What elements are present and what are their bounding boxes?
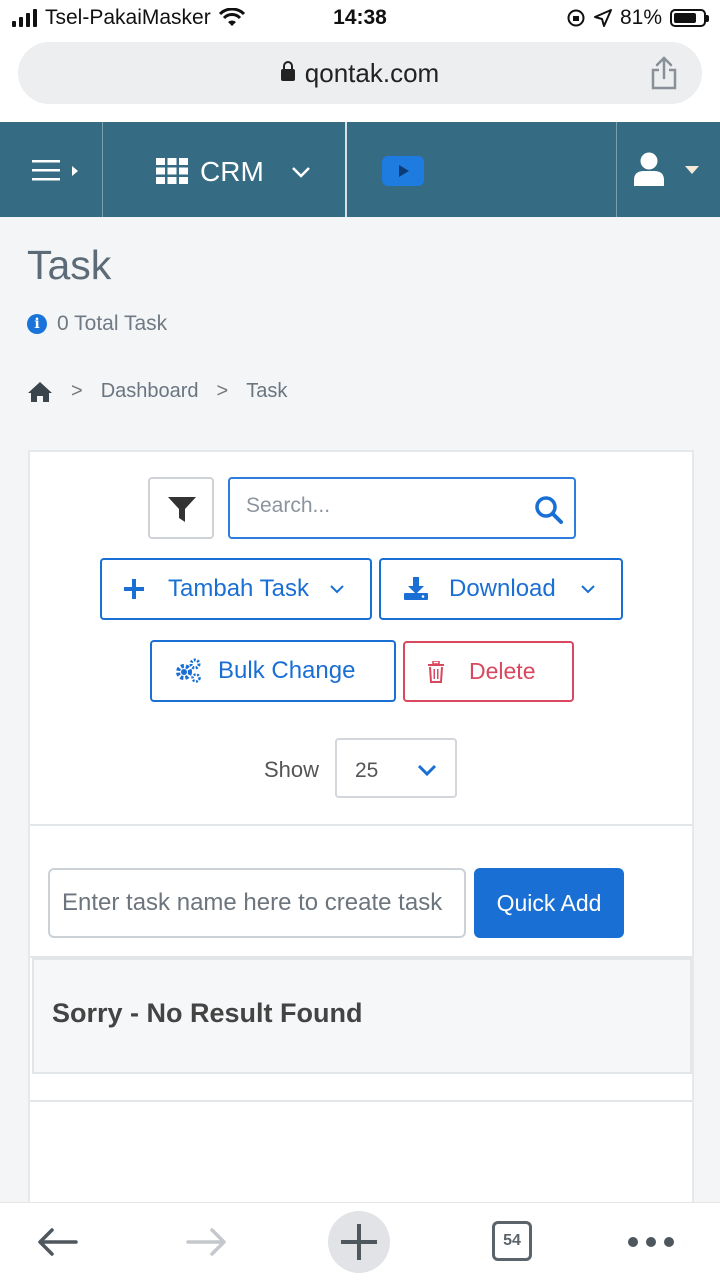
address-bar[interactable]: qontak.com bbox=[18, 42, 702, 104]
grid-icon bbox=[156, 158, 188, 184]
search-box bbox=[228, 477, 576, 539]
chevron-down-icon bbox=[581, 585, 595, 594]
app-switcher[interactable]: CRM bbox=[104, 122, 347, 217]
home-icon[interactable] bbox=[27, 381, 53, 403]
user-icon bbox=[634, 152, 664, 186]
lock-icon bbox=[280, 61, 295, 81]
plus-icon bbox=[124, 579, 144, 599]
browser-toolbar: 54 bbox=[0, 1202, 720, 1280]
gears-icon bbox=[176, 658, 201, 683]
new-tab-button[interactable] bbox=[328, 1211, 390, 1273]
page-size-select[interactable]: 25 bbox=[335, 738, 457, 798]
tabs-count-button[interactable]: 54 bbox=[492, 1221, 532, 1261]
show-label: Show bbox=[264, 757, 320, 782]
add-task-button[interactable]: Tambah Task bbox=[100, 558, 372, 620]
filter-icon bbox=[168, 497, 196, 522]
status-right: 81% bbox=[566, 6, 709, 30]
plus-icon bbox=[341, 1224, 377, 1260]
download-icon bbox=[404, 577, 428, 600]
section-divider bbox=[30, 1100, 692, 1102]
hamburger-icon bbox=[32, 160, 78, 181]
menu-toggle[interactable] bbox=[0, 122, 103, 217]
breadcrumb: > Dashboard > Task bbox=[27, 380, 287, 403]
empty-results-row: Sorry - No Result Found bbox=[32, 958, 692, 1074]
trash-icon bbox=[428, 660, 444, 683]
app-header: CRM bbox=[0, 122, 720, 217]
chevron-down-icon bbox=[330, 585, 344, 594]
location-icon bbox=[593, 9, 612, 27]
url-display[interactable]: qontak.com bbox=[18, 58, 702, 89]
battery-percent: 81% bbox=[619, 6, 662, 29]
breadcrumb-separator: > bbox=[71, 380, 83, 402]
caret-down-icon bbox=[685, 166, 699, 174]
download-button[interactable]: Download bbox=[379, 558, 623, 620]
breadcrumb-task: Task bbox=[246, 380, 288, 402]
filter-button[interactable] bbox=[148, 477, 214, 539]
add-task-label: Tambah Task bbox=[168, 575, 309, 602]
forward-arrow-icon bbox=[186, 1228, 226, 1256]
battery-icon bbox=[670, 9, 709, 27]
section-divider bbox=[30, 824, 692, 826]
total-count-label: 0 Total Task bbox=[57, 312, 168, 335]
browser-url-area: qontak.com bbox=[0, 36, 720, 122]
status-bar: Tsel-PakaiMasker 14:38 81% bbox=[0, 0, 720, 36]
breadcrumb-separator: > bbox=[216, 380, 229, 402]
page-title: Task bbox=[27, 242, 112, 288]
download-label: Download bbox=[449, 575, 556, 602]
rotation-lock-icon bbox=[567, 9, 585, 27]
quick-add-button[interactable]: Quick Add bbox=[474, 868, 624, 938]
chevron-down-icon bbox=[292, 167, 310, 178]
search-icon[interactable] bbox=[534, 495, 564, 525]
total-count: i 0 Total Task bbox=[27, 312, 167, 336]
delete-button[interactable]: Delete bbox=[403, 641, 574, 702]
video-tutorial-icon[interactable] bbox=[382, 156, 424, 186]
more-icon[interactable] bbox=[626, 1235, 676, 1249]
delete-label: Delete bbox=[469, 658, 536, 684]
share-icon[interactable] bbox=[650, 56, 678, 90]
bulk-change-label: Bulk Change bbox=[218, 657, 356, 684]
task-card: Tambah Task Download Bulk Change bbox=[28, 450, 694, 1204]
user-menu[interactable] bbox=[616, 122, 720, 217]
back-arrow-icon[interactable] bbox=[36, 1227, 78, 1257]
bulk-change-button[interactable]: Bulk Change bbox=[150, 640, 396, 702]
quick-add-input[interactable] bbox=[48, 868, 466, 938]
breadcrumb-dashboard[interactable]: Dashboard bbox=[101, 380, 199, 403]
url-text: qontak.com bbox=[304, 58, 440, 88]
app-label: CRM bbox=[200, 156, 264, 187]
chevron-down-icon bbox=[417, 764, 437, 776]
empty-results-message: Sorry - No Result Found bbox=[52, 998, 363, 1028]
info-icon: i bbox=[27, 314, 47, 334]
page-size-value: 25 bbox=[355, 759, 379, 782]
search-input[interactable] bbox=[246, 494, 526, 518]
